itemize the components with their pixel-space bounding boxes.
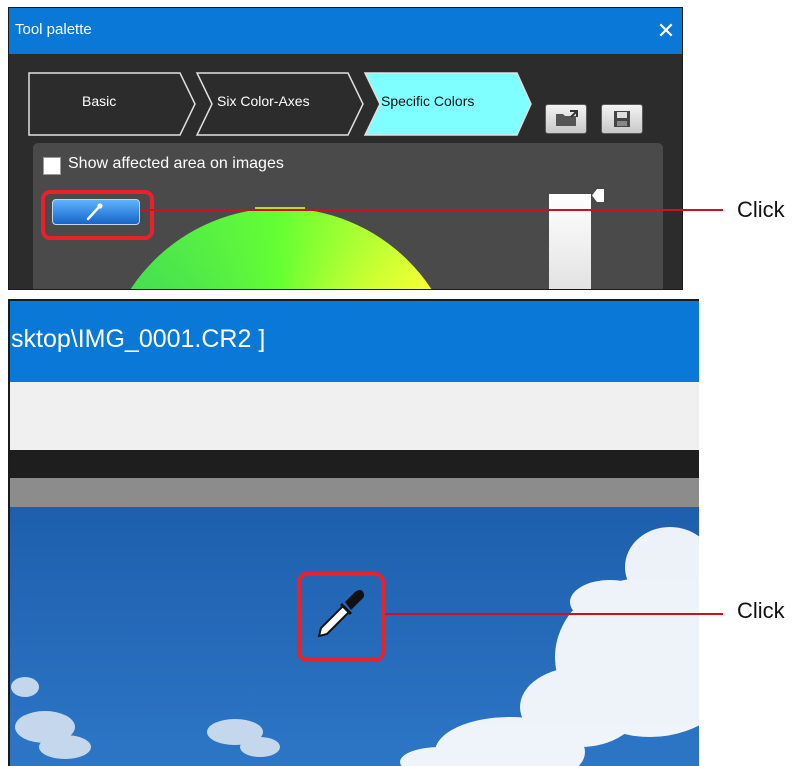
save-button[interactable]: [601, 104, 643, 134]
open-folder-icon: [556, 110, 578, 126]
viewer-gray-strip: [10, 478, 699, 507]
callout-leader-line-2: [385, 613, 723, 615]
show-affected-area-checkbox[interactable]: [43, 157, 61, 175]
open-button[interactable]: [545, 104, 587, 134]
close-icon[interactable]: ✕: [651, 14, 681, 48]
viewer-dark-strip: [10, 450, 699, 478]
eyedropper-cursor-highlight: [297, 572, 385, 662]
tab-specific-colors-label: Specific Colors: [381, 93, 475, 109]
viewer-toolbar: [10, 382, 699, 450]
tool-palette-titlebar: [9, 8, 682, 54]
callout-leader-line-1: [140, 209, 723, 211]
eyedropper-button-highlight: [41, 190, 154, 240]
tool-palette-title: Tool palette: [15, 21, 92, 38]
show-affected-area-label: Show affected area on images: [68, 155, 284, 172]
save-icon: [614, 111, 630, 127]
tool-palette-window: Tool palette ✕ Basic Six Color-Axes Spec…: [8, 7, 683, 290]
tab-basic-label: Basic: [82, 93, 117, 109]
click-callout-2: Click: [737, 598, 785, 623]
click-callout-1: Click: [737, 197, 785, 222]
tab-six-color-axes-label: Six Color-Axes: [217, 93, 310, 109]
slider-handle[interactable]: [592, 189, 604, 202]
image-viewer-window: sktop\IMG_0001.CR2 ]: [8, 299, 699, 766]
viewer-title: sktop\IMG_0001.CR2 ]: [11, 325, 266, 353]
